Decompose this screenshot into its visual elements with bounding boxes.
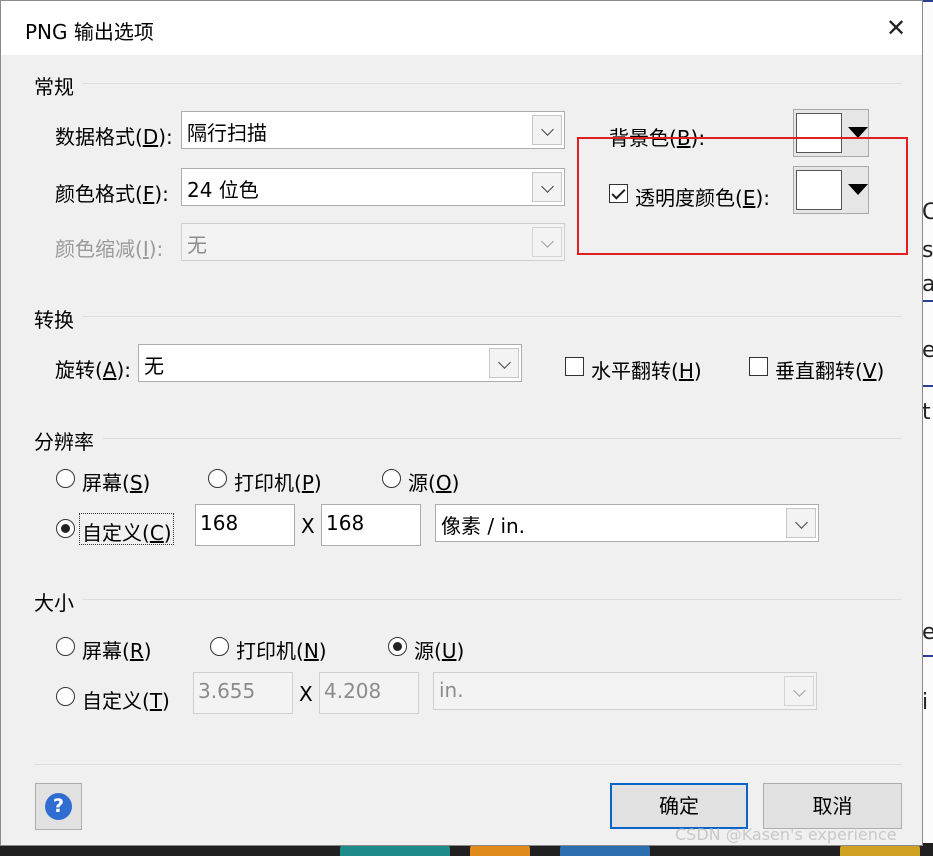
resolution-width-input[interactable]: 168 — [195, 504, 295, 546]
color-format-label: 颜色格式(F): — [55, 182, 169, 206]
ok-button[interactable]: 确定 — [610, 783, 748, 829]
flip-horizontal-label: 水平翻转(H) — [591, 359, 702, 383]
chevron-down-icon[interactable] — [532, 172, 562, 202]
section-size-heading: 大小 — [34, 591, 74, 615]
size-unit-value: in. — [439, 678, 464, 702]
help-button[interactable]: ? — [35, 783, 82, 830]
size-x-separator: X — [299, 682, 313, 706]
data-format-label: 数据格式(D): — [55, 125, 173, 149]
resolution-source-radio[interactable] — [382, 469, 401, 488]
section-divider — [83, 316, 901, 317]
rotation-value: 无 — [144, 354, 164, 378]
rotation-select[interactable]: 无 — [138, 344, 522, 382]
section-resolution-heading: 分辨率 — [34, 430, 94, 454]
size-source-radio[interactable] — [388, 637, 407, 656]
resolution-x-separator: X — [301, 514, 315, 538]
dialog-title: PNG 输出选项 — [25, 20, 154, 44]
color-reduction-select: 无 — [181, 223, 565, 261]
chevron-down-icon[interactable] — [489, 348, 519, 378]
size-width-input: 3.655 — [193, 672, 293, 714]
size-printer-radio[interactable] — [210, 637, 229, 656]
chevron-down-icon — [532, 227, 562, 257]
color-format-value: 24 位色 — [187, 178, 259, 202]
resolution-custom-radio[interactable] — [56, 519, 75, 538]
chevron-down-icon[interactable] — [532, 115, 562, 145]
flip-vertical-checkbox[interactable] — [749, 357, 768, 376]
help-icon: ? — [45, 793, 72, 820]
size-screen-label: 屏幕(R) — [82, 639, 152, 663]
section-general-heading: 常规 — [34, 75, 74, 99]
size-printer-label: 打印机(N) — [236, 639, 327, 663]
title-bar: PNG 输出选项 ✕ — [1, 1, 922, 55]
highlight-annotation-box — [577, 137, 908, 255]
color-reduction-label: 颜色缩减(I): — [55, 237, 164, 261]
resolution-screen-label: 屏幕(S) — [82, 471, 151, 495]
cancel-button[interactable]: 取消 — [763, 783, 902, 829]
flip-horizontal-checkbox[interactable] — [565, 357, 584, 376]
resolution-printer-radio[interactable] — [208, 469, 227, 488]
resolution-screen-radio[interactable] — [56, 469, 75, 488]
size-custom-label: 自定义(T) — [82, 689, 170, 713]
data-format-select[interactable]: 隔行扫描 — [181, 111, 565, 149]
section-divider — [83, 83, 901, 84]
size-source-label: 源(U) — [414, 639, 465, 663]
color-format-select[interactable]: 24 位色 — [181, 168, 565, 206]
color-reduction-value: 无 — [187, 233, 207, 257]
size-unit-select: in. — [433, 672, 817, 710]
section-transform-heading: 转换 — [34, 308, 74, 332]
flip-vertical-label: 垂直翻转(V) — [775, 359, 885, 383]
size-custom-radio[interactable] — [56, 687, 75, 706]
png-output-options-dialog: PNG 输出选项 ✕ 常规 数据格式(D): 隔行扫描 颜色格式(F): 24 … — [0, 0, 923, 846]
size-height-input: 4.208 — [319, 672, 419, 714]
resolution-height-input[interactable]: 168 — [321, 504, 421, 546]
close-icon[interactable]: ✕ — [877, 9, 915, 47]
watermark-text: CSDN @Kasen's experience — [675, 825, 897, 844]
data-format-value: 隔行扫描 — [187, 121, 267, 145]
rotation-label: 旋转(A): — [55, 358, 132, 382]
chevron-down-icon[interactable] — [786, 508, 816, 538]
resolution-printer-label: 打印机(P) — [234, 471, 322, 495]
resolution-custom-label: 自定义(C) — [82, 521, 172, 545]
resolution-unit-value: 像素 / in. — [441, 514, 526, 538]
size-screen-radio[interactable] — [56, 637, 75, 656]
resolution-unit-select[interactable]: 像素 / in. — [435, 504, 819, 542]
chevron-down-icon — [784, 676, 814, 706]
footer-divider — [34, 764, 901, 765]
resolution-source-label: 源(O) — [408, 471, 460, 495]
section-divider — [83, 599, 901, 600]
section-divider — [103, 438, 901, 439]
